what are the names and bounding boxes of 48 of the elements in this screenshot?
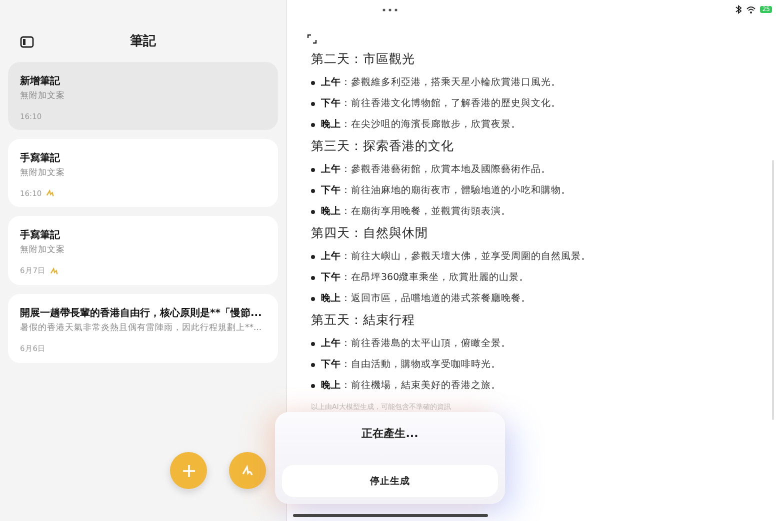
note-subtitle: 無附加文案 bbox=[20, 167, 66, 179]
section-heading: 第三天：探索香港的文化 bbox=[311, 138, 455, 155]
bullet-icon bbox=[311, 342, 315, 346]
plus-icon bbox=[182, 464, 196, 478]
more-icon[interactable] bbox=[382, 8, 398, 12]
bullet-icon bbox=[311, 296, 315, 300]
bullet-icon bbox=[311, 168, 315, 172]
sidebar-toggle-icon[interactable] bbox=[20, 36, 34, 48]
note-title: 手寫筆記 bbox=[20, 151, 61, 165]
bullet-icon bbox=[311, 122, 315, 126]
itinerary-item: 晚上：前往機場，結束美好的香港之旅。 bbox=[321, 379, 501, 392]
itinerary-item: 上午：參觀香港藝術館，欣賞本地及國際藝術作品。 bbox=[321, 163, 551, 176]
bluetooth-icon bbox=[735, 5, 742, 14]
bullet-icon bbox=[311, 276, 315, 280]
bullet-icon bbox=[311, 384, 315, 388]
itinerary-item: 上午：前往香港島的太平山頂，俯瞰全景。 bbox=[321, 337, 511, 350]
bullet-icon bbox=[311, 80, 315, 84]
wifi-icon bbox=[746, 6, 756, 14]
note-title: 新增筆記 bbox=[20, 74, 61, 88]
stop-generating-button[interactable]: 停止生成 bbox=[282, 465, 498, 497]
itinerary-item: 下午：前往油麻地的廟街夜市，體驗地道的小吃和購物。 bbox=[321, 184, 571, 197]
bullet-icon bbox=[311, 362, 315, 366]
note-title: 開展一趟帶長輩的香港自由行，核心原則是**「慢節... bbox=[20, 306, 263, 320]
itinerary-item: 下午：自由活動，購物或享受咖啡時光。 bbox=[321, 358, 501, 371]
handwriting-icon bbox=[46, 189, 55, 198]
bullet-icon bbox=[311, 210, 315, 214]
handwriting-icon bbox=[50, 266, 59, 276]
bullet-icon bbox=[311, 102, 315, 106]
sidebar-title: 筆記 bbox=[130, 33, 156, 50]
itinerary-item: 上午：前往大嶼山，參觀天壇大佛，並享受周圍的自然風景。 bbox=[321, 250, 591, 263]
note-subtitle: 無附加文案 bbox=[20, 90, 66, 102]
itinerary-item: 下午：在昂坪360纜車乘坐，欣賞壯麗的山景。 bbox=[321, 271, 530, 284]
section-heading: 第二天：市區觀光 bbox=[311, 51, 416, 68]
itinerary-item: 晚上：在尖沙咀的海濱長廊散步，欣賞夜景。 bbox=[321, 118, 521, 131]
section-heading: 第四天：自然與休閒 bbox=[311, 225, 429, 242]
bullet-icon bbox=[311, 188, 315, 192]
note-title: 手寫筆記 bbox=[20, 228, 61, 242]
generating-status: 正在產生... bbox=[362, 426, 418, 441]
itinerary-item: 晚上：在廟街享用晚餐，並觀賞街頭表演。 bbox=[321, 205, 511, 218]
note-subtitle: 無附加文案 bbox=[20, 244, 66, 256]
squiggle-icon bbox=[240, 464, 254, 478]
section-heading: 第五天：結束行程 bbox=[311, 312, 416, 329]
itinerary-item: 下午：前往香港文化博物館，了解香港的歷史與文化。 bbox=[321, 97, 561, 110]
expand-icon[interactable] bbox=[307, 34, 317, 44]
itinerary-item: 晚上：返回市區，品嚐地道的港式茶餐廳晚餐。 bbox=[321, 292, 531, 305]
itinerary-item: 上午：參觀維多利亞港，搭乘天星小輪欣賞港口風光。 bbox=[321, 76, 561, 89]
note-subtitle: 暑假的香港天氣非常炎熱且偶有雷陣雨，因此行程規劃上**... bbox=[20, 322, 263, 334]
bullet-icon bbox=[311, 254, 315, 258]
